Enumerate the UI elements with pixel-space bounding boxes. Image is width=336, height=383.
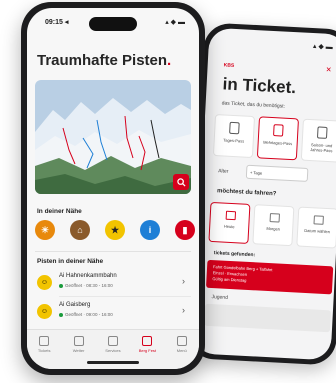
piste-item[interactable]: ☺ Ai Hahnenkammbahn Geöffnet · 08:30 - 1… [35, 270, 191, 296]
nav-label: Menü [176, 348, 187, 353]
ticket-screen: ▴ ◆ ▬ KBS ✕ in Ticket. das Ticket, das d… [192, 27, 336, 361]
nav-label: Services [105, 348, 121, 353]
nearby-heading: In deiner Nähe [37, 208, 82, 215]
chevron-right-icon: › [182, 305, 185, 315]
option-label: Tages-Pass [223, 137, 245, 144]
magnifier-icon [176, 177, 186, 187]
calendar-icon [269, 213, 280, 223]
nav-mountain[interactable]: Berg Fest [132, 336, 162, 369]
piste-item[interactable]: ☺ Ai Gaisberg Geöffnet · 09:00 - 16:00 › [35, 299, 191, 325]
ticket-subtitle: das Ticket, das du benötigst: [221, 100, 286, 110]
ticket-icon [273, 124, 284, 137]
page-title: Traumhafte Pisten. [37, 52, 171, 69]
chevron-right-icon: › [182, 276, 185, 286]
lift-icon: ☺ [37, 275, 52, 290]
back-phone: ▴ ◆ ▬ KBS ✕ in Ticket. das Ticket, das d… [187, 22, 336, 366]
option-day-pass[interactable]: Tages-Pass [212, 114, 256, 159]
ticket-title: in Ticket. [222, 74, 297, 98]
dynamic-island [89, 17, 137, 31]
mountain-icon [142, 336, 153, 346]
status-icons: ▴ ◆ ▬ [312, 43, 333, 52]
status-time: 09:15 ◂ [45, 19, 69, 26]
bookmark-button[interactable]: ▮ [175, 220, 195, 240]
ticket-icon [229, 121, 240, 135]
info-button[interactable]: i [140, 220, 160, 240]
age-label: Alter [217, 168, 229, 175]
title-text: Traumhafte Pisten [37, 52, 168, 69]
section-divider [35, 251, 191, 252]
piste-name: Ai Gaisberg [59, 302, 91, 308]
calendar-icon [313, 215, 324, 225]
piste-status-text: Geöffnet · 09:00 - 16:00 [65, 312, 113, 317]
pistes-heading: Pisten in deiner Nähe [37, 258, 104, 265]
date-pick[interactable]: Datum wählen [296, 206, 336, 249]
food-icon: ☀ [40, 224, 50, 235]
nav-weather[interactable]: Wetter [64, 336, 94, 369]
nav-label: Wetter [72, 348, 85, 353]
youth-label: Jugend [211, 294, 229, 301]
option-label: Saison- und Jahres-Pass [310, 142, 333, 154]
menu-icon [176, 336, 187, 346]
front-phone: 09:15 ◂ ▴ ◆ ▬ Traumhafte Pisten. In dein… [21, 2, 205, 375]
piste-status: Geöffnet · 08:30 - 16:00 [59, 283, 113, 288]
lift-icon: ☺ [37, 304, 52, 319]
option-label: Mehrtages-Pass [263, 139, 293, 147]
nearby-quick-actions: ☀ ⌂ ★ i ▮ [35, 220, 195, 240]
close-icon[interactable]: ✕ [325, 66, 331, 74]
ticket-icon [39, 336, 50, 346]
date-today[interactable]: Heute [208, 201, 251, 244]
piste-status: Geöffnet · 09:00 - 16:00 [59, 312, 113, 317]
app-showcase: ▴ ◆ ▬ KBS ✕ in Ticket. das Ticket, das d… [0, 0, 336, 383]
date-label: Heute [223, 223, 235, 230]
open-indicator [59, 312, 63, 317]
nav-menu[interactable]: Menü [167, 336, 197, 369]
option-season-pass[interactable]: Saison- und Jahres-Pass [300, 118, 336, 163]
nav-label: Tickets [37, 348, 51, 353]
ticket-type-options: Tages-Pass Mehrtages-Pass Saison- und Ja… [212, 114, 336, 163]
star-icon: ★ [110, 224, 120, 235]
status-icons: ▴ ◆ ▬ [165, 19, 185, 26]
hut-icon: ⌂ [77, 225, 83, 235]
youth-ticket-card[interactable] [204, 303, 331, 333]
date-options: Heute Morgen Datum wählen [208, 201, 336, 249]
title-dot: . [167, 52, 172, 69]
calendar-icon [225, 210, 237, 221]
home-screen: 09:15 ◂ ▴ ◆ ▬ Traumhafte Pisten. In dein… [27, 8, 199, 369]
home-indicator [87, 361, 139, 364]
piste-status-text: Geöffnet · 08:30 - 16:00 [65, 283, 113, 288]
nav-tickets[interactable]: Tickets [29, 336, 59, 369]
list-divider [59, 296, 191, 297]
zoom-map-button[interactable] [173, 174, 189, 190]
bookmark-icon: ▮ [182, 224, 188, 235]
weather-icon [73, 336, 84, 346]
open-indicator [59, 283, 63, 288]
piste-map[interactable] [35, 80, 191, 194]
ticket-icon [316, 126, 328, 139]
food-button[interactable]: ☀ [35, 220, 55, 240]
services-icon [107, 336, 118, 346]
date-tomorrow[interactable]: Morgen [252, 204, 295, 247]
brand-logo: KBS [223, 62, 235, 69]
date-label: Datum wählen [304, 227, 331, 235]
date-label: Morgen [266, 225, 281, 232]
nav-services[interactable]: Services [98, 336, 128, 369]
nav-label: Berg Fest [138, 348, 157, 353]
duration-select[interactable]: + Tage [245, 164, 309, 182]
mountain-map-image [35, 80, 191, 194]
info-icon: i [148, 225, 152, 235]
when-heading: möchtest du fahren? [216, 188, 277, 198]
found-heading: tickets gefunden: [213, 250, 256, 259]
ticket-result-card[interactable]: Fahrt Gondelbahn Berg + Talfahrt Einzel … [206, 259, 334, 295]
star-button[interactable]: ★ [105, 220, 125, 240]
piste-name: Ai Hahnenkammbahn [59, 273, 117, 279]
hut-button[interactable]: ⌂ [70, 220, 90, 240]
option-multi-day-pass[interactable]: Mehrtages-Pass [256, 116, 299, 161]
